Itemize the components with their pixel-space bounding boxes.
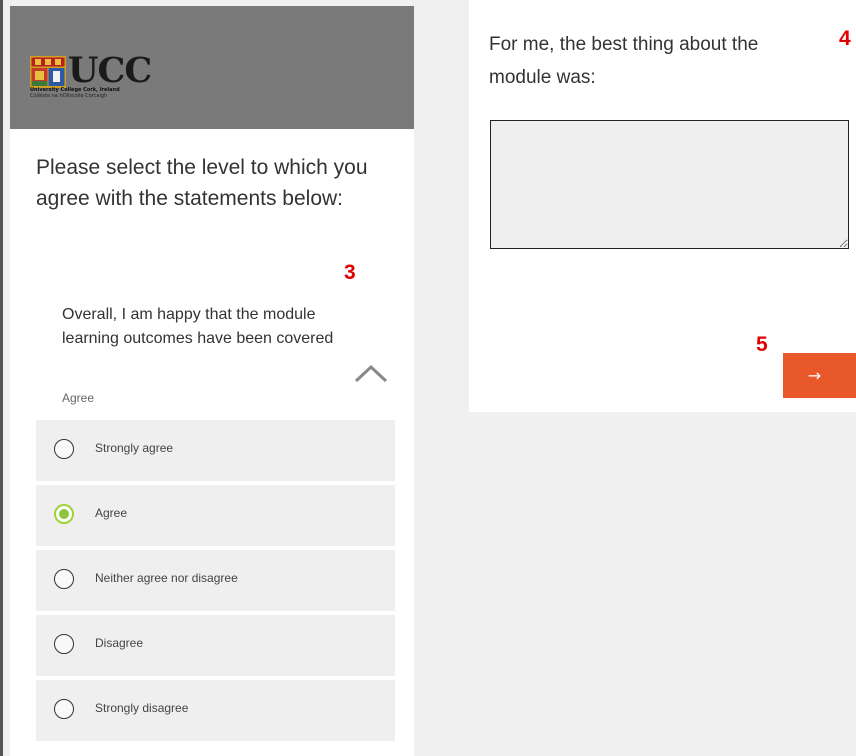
option-disagree[interactable]: Disagree (36, 615, 395, 676)
question-heading: Please select the level to which you agr… (36, 156, 368, 210)
statement-text: Overall, I am happy that the module lear… (62, 306, 334, 347)
annotation-4: 4 (839, 27, 851, 50)
radio-strongly-disagree[interactable] (54, 699, 74, 719)
option-label: Neither agree nor disagree (95, 571, 238, 585)
next-button[interactable]: → (783, 353, 856, 398)
option-agree[interactable]: Agree (36, 485, 395, 546)
ucc-crest-icon (30, 56, 66, 88)
survey-header: UCC University College Cork, Ireland Col… (10, 6, 414, 129)
annotation-3: 3 (344, 261, 356, 284)
option-label: Disagree (95, 636, 144, 650)
radio-strongly-agree[interactable] (54, 439, 74, 459)
feedback-textarea[interactable] (490, 120, 849, 249)
logo-irish-name: Coláiste na hOllscoile Corcaigh (30, 93, 108, 99)
radio-disagree[interactable] (54, 634, 74, 654)
ucc-wordmark: UCC (68, 50, 152, 91)
option-label: Strongly agree (95, 441, 174, 455)
chevron-up-icon[interactable] (353, 362, 389, 384)
window-left-edge (0, 0, 3, 756)
option-strongly-disagree[interactable]: Strongly disagree (36, 680, 395, 741)
option-label: Strongly disagree (95, 701, 189, 715)
option-strongly-agree[interactable]: Strongly agree (36, 420, 395, 481)
feedback-question: For me, the best thing about the module … (489, 34, 759, 88)
survey-right-panel: For me, the best thing about the module … (469, 0, 856, 412)
option-label: Agree (95, 506, 128, 520)
annotation-5: 5 (756, 333, 768, 356)
radio-neither[interactable] (54, 569, 74, 589)
ucc-logo: UCC University College Cork, Ireland Col… (30, 50, 170, 99)
option-neither[interactable]: Neither agree nor disagree (36, 550, 395, 611)
radio-agree[interactable] (54, 504, 74, 524)
statement-selected-value: Agree (62, 391, 95, 405)
